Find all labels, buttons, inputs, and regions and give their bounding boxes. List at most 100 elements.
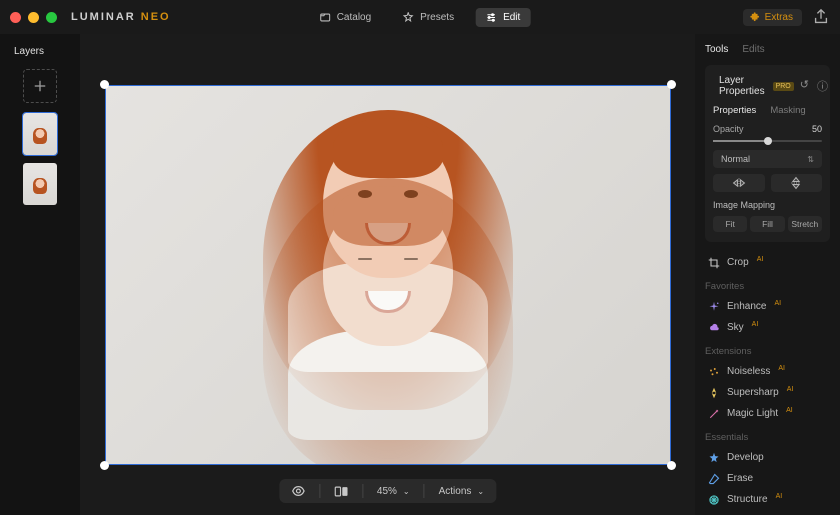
presets-icon [403,12,414,23]
visibility-toggle[interactable] [291,484,305,498]
info-icon[interactable]: ⓘ [817,78,828,94]
flip-buttons [713,174,822,192]
tool-magiclight[interactable]: Magic Light AI [705,403,830,424]
ai-badge: AI [786,407,793,414]
stretch-button[interactable]: Stretch [788,216,822,232]
right-panel: Tools Edits Layer Properties PRO ↺ ⓘ Pro… [695,34,840,515]
layer-thumbnail-2[interactable] [23,163,57,205]
flip-horizontal-button[interactable] [713,174,765,192]
canvas-toolbar: 45% ⌄ Actions ⌄ [279,479,496,503]
transform-handle-br[interactable] [667,461,676,470]
tool-sky[interactable]: SkyAI [705,317,830,338]
canvas[interactable] [80,34,695,515]
actions-dropdown[interactable]: Actions ⌄ [439,486,485,497]
ai-badge: AI [776,493,783,500]
flip-horizontal-icon [732,178,746,188]
fit-button[interactable]: Fit [713,216,747,232]
transform-handle-tl[interactable] [100,80,109,89]
pro-badge: PRO [773,82,794,91]
opacity-value: 50 [812,124,822,134]
chevron-down-icon: ⌄ [477,487,484,496]
tool-noiseless-label: Noiseless [727,366,770,377]
layers-title: Layers [14,46,44,57]
tool-color[interactable]: Color [705,510,830,515]
tool-noiseless[interactable]: NoiselessAI [705,361,830,382]
layer-properties-subtabs: Properties Masking [713,105,822,116]
compare-icon [334,486,348,497]
flip-vertical-icon [791,176,801,190]
add-layer-button[interactable] [23,69,57,103]
nav-edit[interactable]: Edit [476,8,530,27]
crop-icon [708,257,720,269]
tool-erase[interactable]: Erase [705,468,830,489]
photo-content [105,85,671,465]
subtab-properties[interactable]: Properties [713,105,756,116]
group-essentials: Essentials [705,432,830,443]
puzzle-icon [750,12,760,22]
brand-text-a: LUMINAR [71,11,136,23]
titlebar: LUMINAR NEO Catalog Presets Edit Extras [0,0,840,34]
tool-crop-label: Crop [727,257,749,268]
close-window-button[interactable] [10,12,21,23]
blend-mode-select[interactable]: Normal ⇅ [713,150,822,168]
divider [362,484,363,498]
compare-toggle[interactable] [334,486,348,497]
divider [424,484,425,498]
supersharp-icon [708,387,720,399]
nav-catalog-label: Catalog [337,12,371,23]
opacity-row: Opacity 50 [713,124,822,134]
fill-button[interactable]: Fill [750,216,784,232]
tool-enhance-label: Enhance [727,301,766,312]
actions-label: Actions [439,486,472,497]
tool-erase-label: Erase [727,473,753,484]
image-mapping-buttons: Fit Fill Stretch [713,216,822,232]
slider-fill [713,140,768,142]
transform-handle-tr[interactable] [667,80,676,89]
share-icon[interactable] [812,8,830,26]
chevron-down-icon: ⌄ [403,487,410,496]
flip-vertical-button[interactable] [771,174,823,192]
maximize-window-button[interactable] [46,12,57,23]
layer-properties-header[interactable]: Layer Properties PRO ↺ ⓘ [713,73,822,105]
zoom-dropdown[interactable]: 45% ⌄ [377,486,410,497]
erase-icon [708,473,720,485]
blend-mode-value: Normal [721,154,750,164]
extras-label: Extras [765,12,793,23]
layers-sidebar: Layers [0,34,80,515]
right-panel-tabs: Tools Edits [705,44,830,55]
zoom-value: 45% [377,486,397,497]
nav-presets[interactable]: Presets [393,8,464,27]
opacity-label: Opacity [713,124,744,134]
extras-button[interactable]: Extras [743,9,802,26]
tool-supersharp-label: Supersharp [727,387,779,398]
tab-edits[interactable]: Edits [742,44,764,55]
transform-handle-bl[interactable] [100,461,109,470]
edit-icon [486,12,497,23]
tool-structure[interactable]: StructureAI [705,489,830,510]
undo-icon[interactable]: ↺ [800,78,809,94]
nav-catalog[interactable]: Catalog [310,8,381,27]
opacity-slider[interactable] [713,140,822,142]
top-nav: Catalog Presets Edit [310,8,531,27]
image-frame[interactable] [105,85,671,465]
subtab-masking[interactable]: Masking [770,105,805,116]
image-mapping-label: Image Mapping [713,200,822,210]
slider-knob[interactable] [764,137,772,145]
tool-supersharp[interactable]: SupersharpAI [705,382,830,403]
brand-text-b: NEO [136,11,171,23]
cloud-icon [708,322,720,334]
layer-properties-section: Layer Properties PRO ↺ ⓘ Properties Mask… [705,65,830,242]
layer-properties-title: Layer Properties [719,75,765,97]
tool-enhance[interactable]: EnhanceAI [705,296,830,317]
ai-badge: AI [757,256,764,263]
minimize-window-button[interactable] [28,12,39,23]
tool-magiclight-label: Magic Light [727,408,778,419]
tab-tools[interactable]: Tools [705,44,728,55]
group-favorites: Favorites [705,281,830,292]
tool-develop[interactable]: Develop [705,447,830,468]
noiseless-icon [708,366,720,378]
layer-thumbnail-1[interactable] [23,113,57,155]
wand-icon [708,408,720,420]
tool-crop[interactable]: Crop AI [705,252,830,273]
top-right: Extras [743,8,830,26]
